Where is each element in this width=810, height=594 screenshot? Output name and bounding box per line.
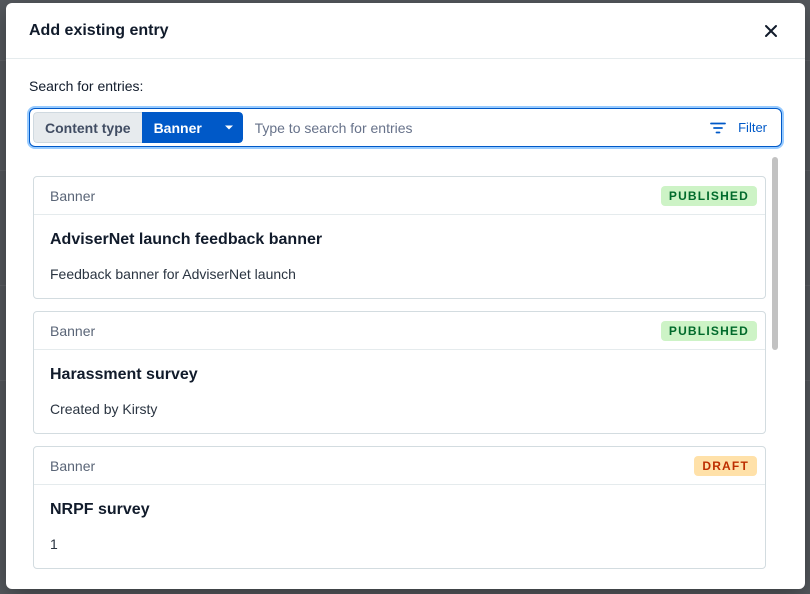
add-existing-entry-dialog: Add existing entry Search for entries: C… [6,3,805,589]
entry-list: Banner PUBLISHED AdviserNet launch feedb… [33,176,766,569]
entry-card-body: Harassment survey Created by Kirsty [34,350,765,417]
content-type-label: Content type [33,112,142,143]
entry-description: 1 [50,536,58,552]
chevron-down-icon[interactable] [215,112,243,143]
entry-card[interactable]: Banner PUBLISHED AdviserNet launch feedb… [33,176,766,299]
entry-card-header: Banner PUBLISHED [34,312,765,350]
search-label: Search for entries: [29,78,144,94]
content-type-pill: Content type Banner [33,112,243,143]
entry-list-scrollbar[interactable] [769,153,781,573]
modal-title: Add existing entry [29,21,169,39]
status-badge: PUBLISHED [660,185,757,206]
entry-description: Created by Kirsty [50,401,158,417]
modal-header: Add existing entry [6,3,805,59]
status-badge: DRAFT [694,455,757,476]
status-badge: PUBLISHED [660,320,757,341]
entry-card-body: AdviserNet launch feedback banner Feedba… [34,215,765,282]
filter-icon [710,122,727,133]
entry-title: Harassment survey [50,366,198,383]
entry-list-viewport: Banner PUBLISHED AdviserNet launch feedb… [6,153,805,569]
scrollbar-thumb[interactable] [772,157,778,350]
entry-card[interactable]: Banner DRAFT NRPF survey 1 [33,446,766,569]
close-icon [765,24,777,37]
entry-card[interactable]: Banner PUBLISHED Harassment survey Creat… [33,311,766,434]
search-bar: Content type Banner Filter [29,108,782,147]
filter-button[interactable]: Filter [710,120,781,135]
entry-card-header: Banner PUBLISHED [34,177,765,215]
entry-content-type: Banner [50,187,96,204]
entry-content-type: Banner [50,322,96,339]
close-button[interactable] [759,19,783,43]
entry-title: AdviserNet launch feedback banner [50,231,323,248]
search-input[interactable] [242,112,711,143]
filter-label: Filter [738,120,767,135]
content-type-select[interactable]: Banner [141,112,243,143]
entry-card-body: NRPF survey 1 [34,485,765,552]
entry-description: Feedback banner for AdviserNet launch [50,266,296,282]
entry-card-header: Banner DRAFT [34,447,765,485]
entry-content-type: Banner [50,457,96,474]
content-type-value: Banner [153,119,202,136]
entry-title: NRPF survey [50,501,150,518]
